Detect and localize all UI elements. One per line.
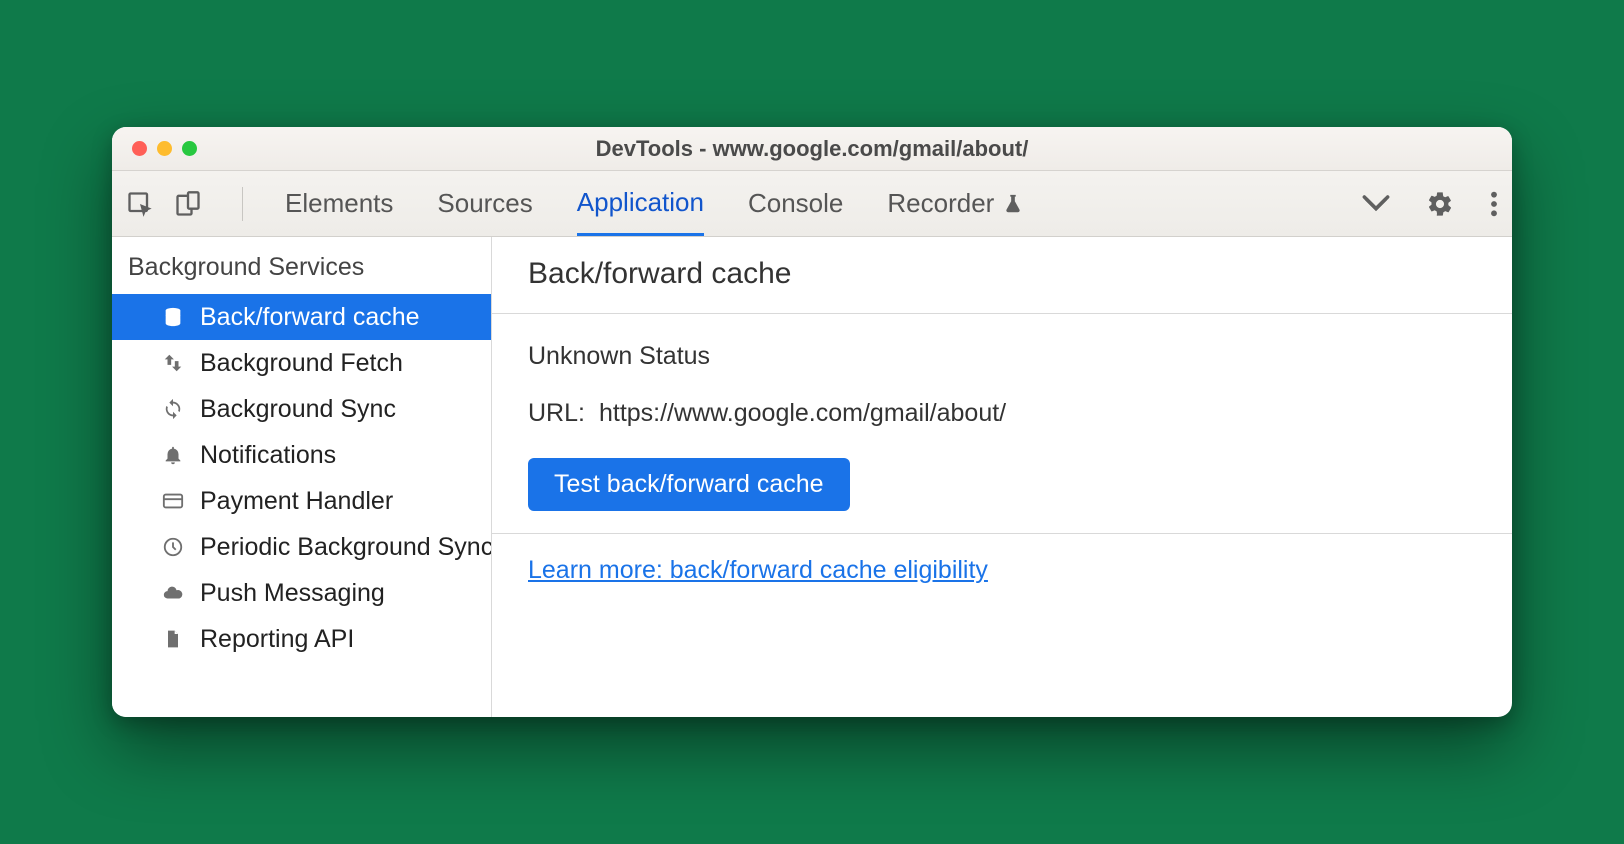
clock-icon <box>160 534 186 560</box>
device-toolbar-icon[interactable] <box>174 190 202 218</box>
sidebar-item-reporting-api[interactable]: Reporting API <box>112 616 491 662</box>
tab-label: Recorder <box>887 188 994 219</box>
content-panel: Back/forward cache Unknown Status URL: h… <box>492 237 1512 717</box>
minimize-window-button[interactable] <box>157 141 172 156</box>
toolbar-divider <box>242 187 243 221</box>
sidebar-item-notifications[interactable]: Notifications <box>112 432 491 478</box>
sidebar-item-push-messaging[interactable]: Push Messaging <box>112 570 491 616</box>
close-window-button[interactable] <box>132 141 147 156</box>
panel-body: Background Services Back/forward cache B… <box>112 237 1512 717</box>
devtools-toolbar: Elements Sources Application Console Rec… <box>112 171 1512 237</box>
bell-icon <box>160 442 186 468</box>
bfcache-url-row: URL: https://www.google.com/gmail/about/ <box>528 399 1476 428</box>
test-bfcache-button[interactable]: Test back/forward cache <box>528 458 850 511</box>
url-value: https://www.google.com/gmail/about/ <box>599 399 1006 428</box>
settings-icon[interactable] <box>1426 190 1454 218</box>
kebab-menu-icon[interactable] <box>1490 190 1498 218</box>
window-title: DevTools - www.google.com/gmail/about/ <box>112 136 1512 162</box>
sidebar-item-back-forward-cache[interactable]: Back/forward cache <box>112 294 491 340</box>
url-label: URL: <box>528 399 585 428</box>
sidebar-item-label: Background Fetch <box>200 349 403 378</box>
panel-heading: Back/forward cache <box>492 237 1512 314</box>
more-tabs-icon[interactable] <box>1362 194 1390 214</box>
sidebar-item-label: Payment Handler <box>200 487 393 516</box>
sidebar-item-label: Notifications <box>200 441 336 470</box>
tab-sources[interactable]: Sources <box>437 171 532 236</box>
sidebar-item-label: Back/forward cache <box>200 303 420 332</box>
learn-more-link[interactable]: Learn more: back/forward cache eligibili… <box>528 556 988 584</box>
sidebar-item-periodic-background-sync[interactable]: Periodic Background Sync <box>112 524 491 570</box>
database-icon <box>160 304 186 330</box>
file-icon <box>160 626 186 652</box>
bfcache-status: Unknown Status <box>528 342 1476 371</box>
maximize-window-button[interactable] <box>182 141 197 156</box>
devtools-window: DevTools - www.google.com/gmail/about/ E… <box>112 127 1512 717</box>
sidebar-item-label: Push Messaging <box>200 579 385 608</box>
card-icon <box>160 488 186 514</box>
window-titlebar: DevTools - www.google.com/gmail/about/ <box>112 127 1512 171</box>
inspect-element-icon[interactable] <box>126 190 154 218</box>
sidebar: Background Services Back/forward cache B… <box>112 237 492 717</box>
panel-tabs: Elements Sources Application Console Rec… <box>265 171 1024 236</box>
tab-recorder[interactable]: Recorder <box>887 171 1024 236</box>
flask-icon <box>1002 193 1024 215</box>
sidebar-item-label: Reporting API <box>200 625 354 654</box>
tab-application[interactable]: Application <box>577 171 704 236</box>
cloud-icon <box>160 580 186 606</box>
sidebar-item-background-fetch[interactable]: Background Fetch <box>112 340 491 386</box>
tab-console[interactable]: Console <box>748 171 843 236</box>
sync-icon <box>160 396 186 422</box>
traffic-lights <box>112 141 197 156</box>
updown-icon <box>160 350 186 376</box>
sidebar-item-background-sync[interactable]: Background Sync <box>112 386 491 432</box>
tab-elements[interactable]: Elements <box>285 171 393 236</box>
sidebar-item-label: Background Sync <box>200 395 396 424</box>
sidebar-section-header: Background Services <box>112 237 491 294</box>
sidebar-item-label: Periodic Background Sync <box>200 533 492 562</box>
sidebar-item-payment-handler[interactable]: Payment Handler <box>112 478 491 524</box>
